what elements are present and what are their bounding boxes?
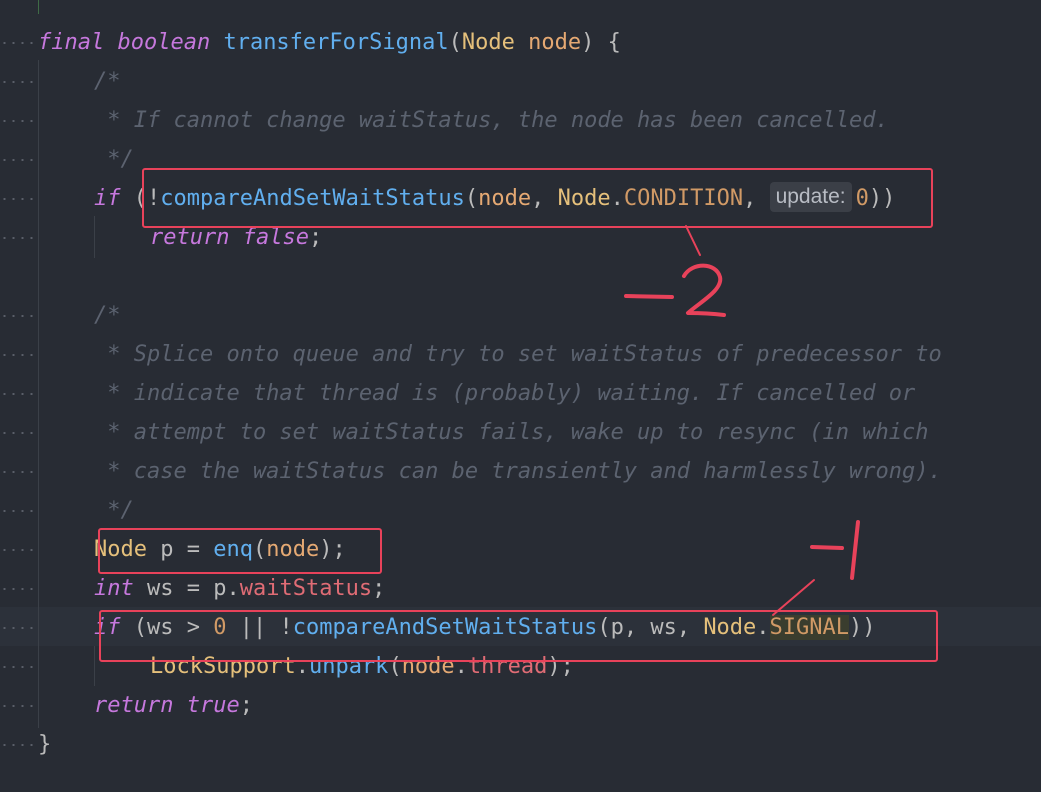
code-line-comment[interactable]: */ — [94, 140, 134, 179]
whitespace-guide — [0, 510, 38, 512]
annotation-minus-one — [772, 520, 860, 616]
whitespace-guide — [0, 705, 38, 707]
whitespace-guide — [0, 432, 38, 434]
highlight-box-signal — [99, 610, 938, 662]
code-editor[interactable]: final boolean transferForSignal(Node nod… — [0, 0, 1041, 792]
indent-guide — [38, 60, 39, 728]
code-line-comment[interactable]: * indicate that thread is (probably) wai… — [94, 374, 915, 413]
code-line-comment[interactable]: */ — [94, 491, 134, 530]
whitespace-guide — [0, 744, 38, 746]
whitespace-guide — [0, 159, 38, 161]
indent-guide — [94, 216, 95, 258]
code-line-method-signature[interactable]: final boolean transferForSignal(Node nod… — [38, 23, 621, 62]
code-line-comment[interactable]: /* — [94, 296, 121, 335]
highlight-box-enq — [98, 528, 382, 574]
code-line-wait-status[interactable]: int ws = p.waitStatus; — [94, 569, 385, 608]
code-line-comment[interactable]: * attempt to set waitStatus fails, wake … — [94, 413, 928, 452]
annotation-minus-two — [624, 225, 726, 317]
whitespace-guide — [0, 81, 38, 83]
highlight-box-condition — [142, 168, 933, 228]
whitespace-guide — [0, 354, 38, 356]
code-line-comment[interactable]: /* — [94, 62, 121, 101]
code-line-return-true[interactable]: return true; — [94, 686, 253, 725]
indent-guide — [38, 0, 39, 14]
whitespace-guide — [0, 393, 38, 395]
whitespace-guide — [0, 471, 38, 473]
whitespace-guide — [0, 120, 38, 122]
code-line-comment[interactable]: * Splice onto queue and try to set waitS… — [94, 335, 941, 374]
whitespace-guide — [0, 42, 38, 44]
whitespace-guide — [0, 315, 38, 317]
code-line-closing-brace[interactable]: } — [38, 725, 51, 764]
whitespace-guide — [0, 627, 38, 629]
whitespace-guide — [0, 588, 38, 590]
whitespace-guide — [0, 666, 38, 668]
whitespace-guide — [0, 198, 38, 200]
whitespace-guide — [0, 549, 38, 551]
code-line-comment[interactable]: * case the waitStatus can be transiently… — [94, 452, 941, 491]
indent-guide — [94, 646, 95, 686]
code-line-comment[interactable]: * If cannot change waitStatus, the node … — [94, 101, 888, 140]
whitespace-guide — [0, 237, 38, 239]
